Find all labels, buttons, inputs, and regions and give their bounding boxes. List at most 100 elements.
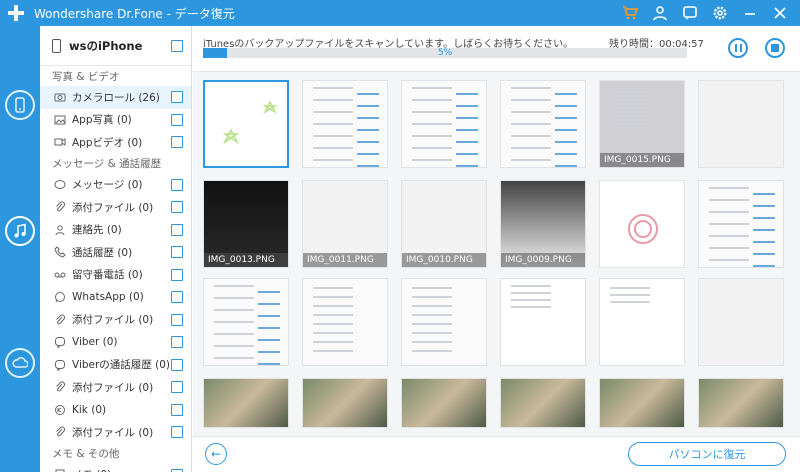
feedback-icon[interactable]: [680, 3, 700, 23]
sidebar-item-label: 通話履歴 (0): [72, 246, 133, 259]
recover-to-computer-button[interactable]: パソコンに復元: [628, 442, 786, 466]
photo-thumbnail[interactable]: [302, 278, 388, 366]
thumbnail-preview: [204, 279, 288, 365]
video-icon: [54, 136, 66, 148]
photo-thumbnail[interactable]: [401, 278, 487, 366]
photo-thumbnail[interactable]: [698, 180, 784, 268]
photo-thumbnail[interactable]: [203, 80, 289, 168]
scan-progress-area: iTunesのバックアップファイルをスキャンしています。しばらくお待ちください。…: [193, 26, 800, 72]
paperclip-icon: [54, 201, 66, 213]
device-row[interactable]: wsのiPhone: [40, 26, 191, 66]
sidebar-item[interactable]: 連絡先 (0): [40, 219, 191, 242]
sidebar-item-label: 留守番電話 (0): [72, 269, 143, 282]
thumbnail-preview: [402, 379, 486, 427]
photo-thumbnail[interactable]: [698, 378, 784, 428]
sidebar-item[interactable]: Kik (0): [40, 399, 191, 422]
photo-thumbnail[interactable]: [401, 80, 487, 168]
section-title: 写真 & ビデオ: [52, 70, 120, 83]
back-arrow-icon[interactable]: ←: [205, 443, 227, 465]
sidebar-item[interactable]: 添付ファイル (0): [40, 421, 191, 444]
drfone-logo-icon: [6, 3, 26, 23]
photo-thumbnail[interactable]: [302, 80, 388, 168]
thumbnail-preview: [699, 181, 783, 267]
item-checkbox[interactable]: [171, 91, 183, 104]
photo-thumbnail[interactable]: [500, 278, 586, 366]
sidebar-item[interactable]: App写真 (0): [40, 109, 191, 132]
sidebar-item-label: メッセージ (0): [72, 179, 143, 192]
music-recover-icon[interactable]: [5, 216, 35, 246]
item-checkbox[interactable]: [171, 178, 183, 191]
viber-icon: [54, 336, 66, 349]
item-checkbox[interactable]: [171, 246, 183, 259]
sidebar-item[interactable]: 通話履歴 (0): [40, 241, 191, 264]
photo-thumbnail[interactable]: IMG_0015.PNG: [599, 80, 685, 168]
thumbnail-preview: [204, 379, 288, 427]
photo-thumbnail[interactable]: [599, 278, 685, 366]
photo-thumbnail[interactable]: [500, 378, 586, 428]
sidebar-item-label: WhatsApp (0): [72, 291, 144, 304]
voicemail-icon: [54, 269, 66, 281]
user-icon[interactable]: [650, 3, 670, 23]
sidebar-item[interactable]: 留守番電話 (0): [40, 264, 191, 287]
item-checkbox[interactable]: [171, 201, 183, 214]
item-checkbox[interactable]: [171, 136, 183, 149]
thumbnail-preview: [600, 181, 684, 267]
sidebar-item[interactable]: メッセージ (0): [40, 174, 191, 197]
item-checkbox[interactable]: [171, 403, 183, 416]
item-checkbox[interactable]: [171, 426, 183, 439]
item-checkbox[interactable]: [171, 313, 183, 326]
item-checkbox[interactable]: [171, 113, 183, 126]
photo-thumbnail[interactable]: IMG_0011.PNG: [302, 180, 388, 268]
sidebar-item-label: Appビデオ (0): [72, 136, 143, 149]
category-list: 写真 & ビデオカメラロール (26) App写真 (0) Appビデオ (0) メッ…: [40, 66, 191, 472]
cloud-recover-icon[interactable]: [5, 348, 35, 378]
settings-icon[interactable]: [710, 3, 730, 23]
minimize-icon[interactable]: [740, 3, 760, 23]
cart-icon[interactable]: [620, 3, 640, 23]
image-icon: [54, 114, 66, 126]
photo-thumbnail[interactable]: [698, 80, 784, 168]
app-title: Wondershare Dr.Fone - データ復元: [34, 6, 235, 21]
device-checkbox[interactable]: [171, 39, 183, 52]
thumbnail-preview: [501, 279, 585, 365]
thumbnail-preview: [402, 279, 486, 365]
item-checkbox[interactable]: [171, 358, 183, 371]
item-checkbox[interactable]: [171, 291, 183, 304]
kik-icon: [54, 404, 66, 416]
photo-thumbnail[interactable]: [698, 278, 784, 366]
thumbnail-caption: IMG_0015.PNG: [600, 153, 684, 167]
sidebar-item[interactable]: Viber (0): [40, 331, 191, 354]
item-checkbox[interactable]: [171, 223, 183, 236]
photo-thumbnail[interactable]: IMG_0013.PNG: [203, 180, 289, 268]
item-checkbox[interactable]: [171, 336, 183, 349]
sidebar-item[interactable]: 添付ファイル (0): [40, 376, 191, 399]
thumbnail-caption: IMG_0009.PNG: [501, 253, 585, 267]
stop-button[interactable]: [765, 38, 785, 58]
close-icon[interactable]: [770, 3, 790, 23]
photo-thumbnail[interactable]: [203, 278, 289, 366]
sidebar-item[interactable]: Viberの通話履歴 (0): [40, 354, 191, 377]
item-checkbox[interactable]: [171, 268, 183, 281]
photo-thumbnail[interactable]: [500, 80, 586, 168]
thumbnail-caption: IMG_0010.PNG: [402, 253, 486, 267]
device-name: wsのiPhone: [69, 38, 143, 53]
photo-thumbnail[interactable]: [203, 378, 289, 428]
paperclip-icon: [54, 381, 66, 393]
photo-thumbnail[interactable]: [599, 180, 685, 268]
sidebar-item[interactable]: 添付ファイル (0): [40, 309, 191, 332]
sidebar-item[interactable]: カメラロール (26): [40, 86, 191, 109]
pause-button[interactable]: [728, 38, 748, 58]
item-checkbox[interactable]: [171, 381, 183, 394]
sidebar-item[interactable]: メモ (0): [40, 464, 191, 472]
photo-thumbnail[interactable]: [401, 378, 487, 428]
paperclip-icon: [54, 426, 66, 438]
photo-thumbnail[interactable]: [302, 378, 388, 428]
sidebar-item[interactable]: WhatsApp (0): [40, 286, 191, 309]
thumbnail-preview: [600, 279, 684, 365]
sidebar-item[interactable]: 添付ファイル (0): [40, 196, 191, 219]
photo-thumbnail[interactable]: IMG_0010.PNG: [401, 180, 487, 268]
sidebar-item[interactable]: Appビデオ (0): [40, 131, 191, 154]
photo-thumbnail[interactable]: [599, 378, 685, 428]
photo-thumbnail[interactable]: IMG_0009.PNG: [500, 180, 586, 268]
device-recover-icon[interactable]: [5, 90, 35, 120]
